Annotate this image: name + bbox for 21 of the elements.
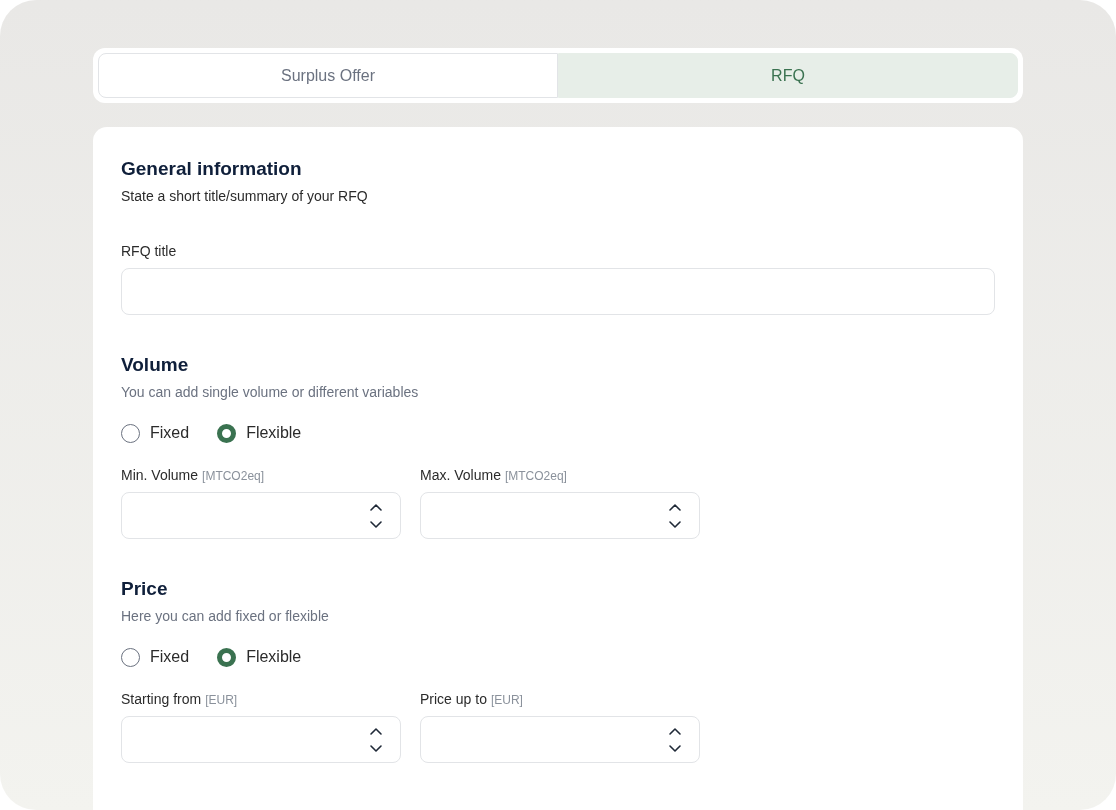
field-label: Min. Volume: [121, 466, 199, 485]
radio-label: Fixed: [150, 423, 190, 443]
field-label: Max. Volume: [420, 466, 501, 485]
section-title: Price: [121, 577, 169, 601]
section-subtitle: You can add single volume or different variables: [121, 383, 420, 402]
radio-label: Flexible: [246, 647, 302, 667]
field-label: Price up to: [420, 690, 487, 709]
section-subtitle: Here you can add fixed or flexible: [121, 607, 330, 626]
section-title: Volume: [121, 353, 190, 377]
field-label: RFQ title: [121, 242, 177, 261]
unit-label: [MTCO2eq]: [504, 468, 567, 485]
field-label: Starting from: [121, 690, 202, 709]
unit-label: [EUR]: [490, 692, 523, 709]
section-subtitle: State a short title/summary of your RFQ: [121, 187, 369, 206]
unit-label: [MTCO2eq]: [202, 468, 265, 485]
radio-label: Flexible: [246, 423, 302, 443]
section-title: General information: [121, 157, 303, 181]
radio-label: Fixed: [150, 647, 190, 667]
unit-label: [EUR]: [205, 692, 238, 709]
tab[interactable]: Surplus Offer: [98, 53, 558, 98]
tab[interactable]: RFQ: [558, 53, 1018, 98]
